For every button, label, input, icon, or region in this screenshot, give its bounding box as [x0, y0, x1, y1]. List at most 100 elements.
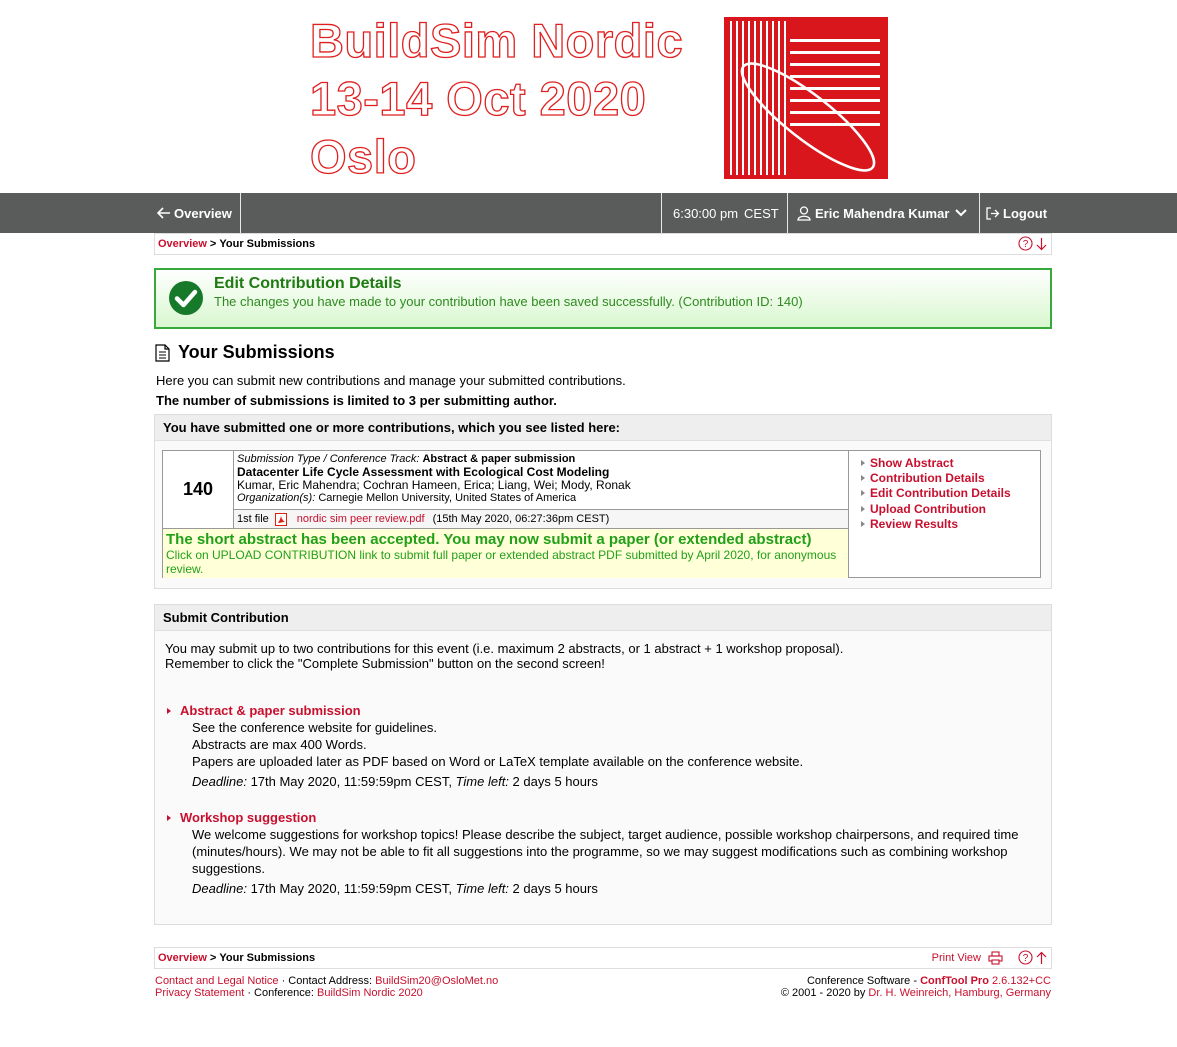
abstract-desc-line: See the conference website for guideline…: [192, 720, 437, 735]
arrow-left-icon: [157, 207, 170, 219]
deadline-value: 17th May 2020, 11:59:59pm CEST,: [250, 774, 452, 789]
banner-line-2: 13-14 Oct 2020: [309, 71, 647, 125]
edit-contribution-label: Edit Contribution Details: [870, 486, 1011, 501]
breadcrumb: Overview > Your Submissions ?: [154, 233, 1052, 255]
abstract-submission-link[interactable]: Abstract & paper submission: [167, 703, 361, 718]
nav-divider: [787, 193, 788, 233]
help-icon[interactable]: ?: [1018, 236, 1033, 251]
contribution-details-label: Contribution Details: [870, 470, 985, 485]
conference-link[interactable]: BuildSim Nordic 2020: [317, 987, 423, 999]
status-main: The short abstract has been accepted. Yo…: [166, 531, 812, 548]
software-version: 2.6.132+CC: [991, 975, 1051, 987]
organization-label: Organization(s):: [237, 492, 316, 504]
submission-id: 140: [163, 451, 234, 529]
workshop-suggestion-link[interactable]: Workshop suggestion: [167, 810, 316, 825]
banner-line-1: BuildSim Nordic: [309, 13, 684, 67]
privacy-statement-link[interactable]: Privacy Statement: [155, 987, 244, 999]
svg-text:?: ?: [1023, 239, 1029, 250]
svg-text:?: ?: [1023, 953, 1029, 964]
pdf-icon: [274, 512, 287, 526]
submission-file-row: 1st file nordic sim peer review.pdf (15t…: [234, 510, 848, 529]
footer-left: Contact and Legal Notice · Contact Addre…: [155, 975, 498, 999]
show-abstract-link[interactable]: Show Abstract: [861, 455, 1041, 470]
footer-privacy-line: Privacy Statement · Conference: BuildSim…: [155, 987, 498, 999]
page-heading: Your Submissions: [155, 342, 335, 363]
banner-title: BuildSim Nordic 13-14 Oct 2020 Oslo: [309, 12, 684, 186]
workshop-desc-line: suggestions.: [192, 861, 265, 876]
organization-value: Carnegie Mellon University, United State…: [318, 492, 577, 504]
contact-email-link[interactable]: BuildSim20@OsloMet.no: [375, 975, 498, 987]
conference-logo: [724, 17, 888, 179]
conftool-link[interactable]: ConfTool Pro: [920, 975, 989, 987]
overview-nav-link[interactable]: Overview: [157, 193, 232, 233]
breadcrumb-overview-link[interactable]: Overview: [158, 952, 207, 964]
status-note: Click on UPLOAD CONTRIBUTION link to sub…: [166, 548, 837, 576]
footer-contact-line: Contact and Legal Notice · Contact Addre…: [155, 975, 498, 987]
upload-contribution-link[interactable]: Upload Contribution: [861, 501, 1041, 516]
bullet-arrow-icon: [861, 459, 865, 466]
arrow-up-icon[interactable]: [1036, 951, 1047, 965]
review-results-label: Review Results: [870, 516, 959, 531]
breadcrumb-current: Your Submissions: [219, 952, 316, 964]
print-view-link[interactable]: Print View: [932, 952, 981, 964]
breadcrumb-separator: >: [209, 952, 217, 964]
author-link[interactable]: Dr. H. Weinreich, Hamburg, Germany: [868, 987, 1051, 999]
user-menu[interactable]: Eric Mahendra Kumar: [797, 193, 968, 233]
logout-icon: [986, 206, 1000, 220]
file-date: (15th May 2020, 06:27:36pm CEST): [432, 513, 610, 525]
user-icon: [797, 205, 811, 221]
workshop-deadline: Deadline: 17th May 2020, 11:59:59pm CEST…: [192, 880, 598, 897]
timeleft-value: 2 days 5 hours: [512, 881, 598, 896]
software-label: Conference Software -: [806, 975, 921, 987]
submit-contribution-panel: Submit Contribution You may submit up to…: [154, 604, 1052, 925]
footer-copyright-line: © 2001 - 2020 by Dr. H. Weinreich, Hambu…: [781, 987, 1051, 999]
nav-divider: [240, 193, 241, 233]
show-abstract-label: Show Abstract: [870, 455, 954, 470]
deadline-label: Deadline:: [192, 881, 247, 896]
document-icon: [155, 343, 170, 362]
clock-time: 6:30:00 pm: [673, 205, 739, 221]
success-check-icon: [169, 281, 203, 315]
abstract-submission-label: Abstract & paper submission: [180, 703, 361, 718]
conference-banner: BuildSim Nordic 13-14 Oct 2020 Oslo: [0, 0, 1177, 193]
bullet-arrow-icon: [861, 474, 865, 481]
workshop-desc-line: We welcome suggestions for workshop topi…: [192, 827, 1019, 842]
submission-organization: Organization(s): Carnegie Mellon Univers…: [237, 492, 845, 505]
submission-type-value: Abstract & paper submission: [422, 453, 576, 465]
contact-legal-link[interactable]: Contact and Legal Notice: [155, 975, 279, 987]
server-clock: 6:30:00 pm CEST: [673, 193, 779, 233]
intro-text: Here you can submit new contributions an…: [156, 373, 626, 388]
submission-status: The short abstract has been accepted. Yo…: [163, 529, 848, 578]
bullet-arrow-icon: [167, 814, 171, 821]
contribution-details-link[interactable]: Contribution Details: [861, 470, 1041, 485]
upload-contribution-label: Upload Contribution: [870, 501, 986, 516]
breadcrumb-tools: ?: [1018, 236, 1047, 251]
edit-contribution-link[interactable]: Edit Contribution Details: [861, 486, 1041, 501]
chevron-down-icon: [955, 209, 968, 217]
breadcrumb-tools: Print View ?: [932, 950, 1047, 965]
arrow-down-icon[interactable]: [1036, 237, 1047, 251]
success-title: Edit Contribution Details: [214, 275, 402, 292]
printer-icon[interactable]: [988, 950, 1003, 965]
nav-divider: [979, 193, 980, 233]
workshop-desc-line: (minutes/hours). We may not be able to f…: [192, 844, 1008, 859]
help-icon[interactable]: ?: [1018, 950, 1033, 965]
breadcrumb-separator: >: [209, 238, 217, 250]
timeleft-label: Time left:: [455, 881, 509, 896]
submission-row: 140 Submission Type / Conference Track: …: [162, 450, 1041, 578]
breadcrumb-current: Your Submissions: [219, 238, 316, 250]
contact-address-label: · Contact Address:: [278, 975, 376, 987]
file-download-link[interactable]: nordic sim peer review.pdf: [297, 513, 425, 525]
clock-timezone: CEST: [744, 205, 779, 221]
timeleft-value: 2 days 5 hours: [512, 774, 598, 789]
submit-info-line-2: Remember to click the "Complete Submissi…: [165, 656, 605, 671]
top-navigation: Overview 6:30:00 pm CEST Eric Mahendra K…: [0, 193, 1177, 233]
workshop-suggestion-label: Workshop suggestion: [180, 810, 317, 825]
logout-link[interactable]: Logout: [986, 193, 1047, 233]
breadcrumb-overview-link[interactable]: Overview: [158, 238, 207, 250]
review-results-link[interactable]: Review Results: [861, 516, 1041, 531]
success-text: The changes you have made to your contri…: [214, 294, 803, 309]
deadline-label: Deadline:: [192, 774, 247, 789]
submission-actions: Show Abstract Contribution Details Edit …: [848, 451, 1041, 578]
bullet-arrow-icon: [167, 707, 171, 714]
